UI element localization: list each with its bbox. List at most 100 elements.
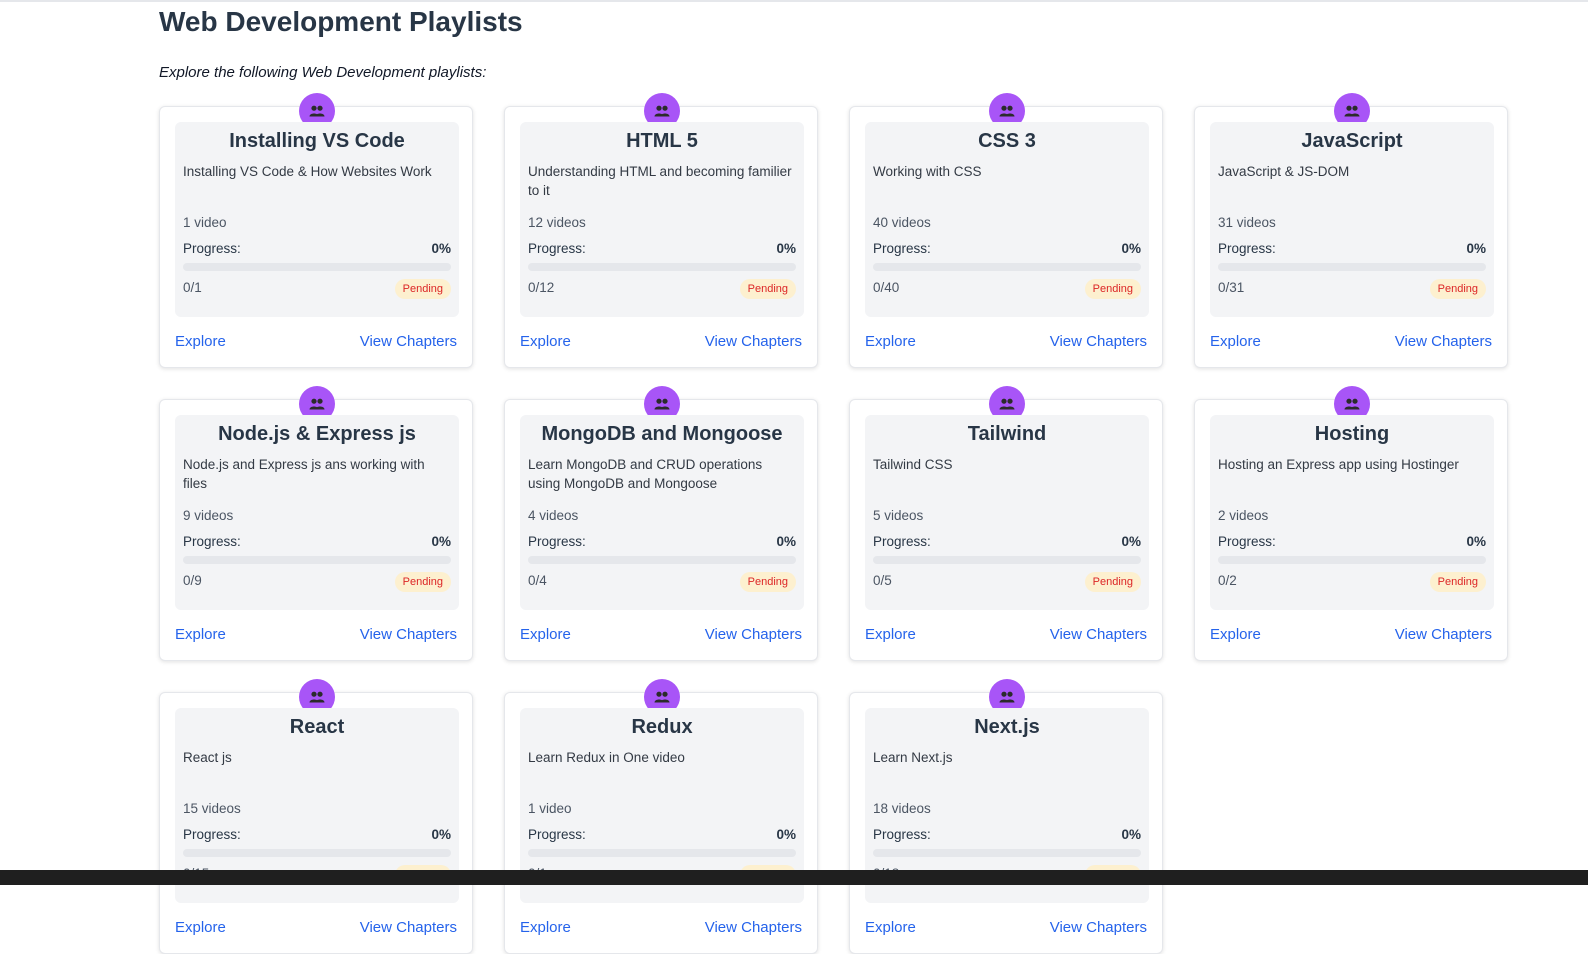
progress-bar bbox=[873, 263, 1141, 271]
progress-label: Progress: bbox=[873, 827, 931, 842]
completed-count: 0/31 bbox=[1218, 280, 1245, 295]
playlist-card-1: Installing VS Code Installing VS Code & … bbox=[159, 93, 473, 368]
progress-row: Progress: 0% bbox=[1218, 241, 1486, 256]
playlist-video-count: 9 videos bbox=[183, 508, 234, 523]
playlist-description: Working with CSS bbox=[873, 164, 982, 179]
completed-count: 0/40 bbox=[873, 280, 900, 295]
playlist-description: Learn MongoDB and CRUD operations using … bbox=[528, 457, 763, 491]
explore-link[interactable]: Explore bbox=[520, 919, 571, 936]
playlist-description: Tailwind CSS bbox=[873, 457, 953, 472]
progress-bar bbox=[873, 556, 1141, 564]
view-chapters-link[interactable]: View Chapters bbox=[1395, 626, 1492, 643]
playlist-title: MongoDB and Mongoose bbox=[541, 423, 783, 445]
card-actions: Explore View Chapters bbox=[1210, 333, 1492, 350]
progress-percent: 0% bbox=[1121, 241, 1141, 256]
playlist-card-9: React React js 15 videos Progress: 0% 0/… bbox=[159, 679, 473, 954]
progress-label: Progress: bbox=[1218, 241, 1276, 256]
playlist-card-body: Installing VS Code Installing VS Code & … bbox=[175, 122, 459, 317]
explore-link[interactable]: Explore bbox=[865, 333, 916, 350]
view-chapters-link[interactable]: View Chapters bbox=[360, 919, 457, 936]
explore-link[interactable]: Explore bbox=[175, 333, 226, 350]
progress-percent: 0% bbox=[776, 241, 796, 256]
view-chapters-link[interactable]: View Chapters bbox=[1050, 626, 1147, 643]
progress-label: Progress: bbox=[183, 534, 241, 549]
playlist-card-11: Next.js Learn Next.js 18 videos Progress… bbox=[849, 679, 1163, 954]
playlist-video-count: 5 videos bbox=[873, 508, 924, 523]
playlist-card-2: HTML 5 Understanding HTML and becoming f… bbox=[504, 93, 818, 368]
playlist-description: Learn Redux in One video bbox=[528, 750, 685, 765]
progress-bar bbox=[873, 849, 1141, 857]
explore-link[interactable]: Explore bbox=[1210, 626, 1261, 643]
playlist-card-6: MongoDB and Mongoose Learn MongoDB and C… bbox=[504, 386, 818, 661]
view-chapters-link[interactable]: View Chapters bbox=[705, 333, 802, 350]
playlist-card-5: Node.js & Express js Node.js and Express… bbox=[159, 386, 473, 661]
card-actions: Explore View Chapters bbox=[175, 333, 457, 350]
card-actions: Explore View Chapters bbox=[175, 919, 457, 936]
playlist-title: Redux bbox=[631, 716, 693, 738]
progress-bar bbox=[528, 849, 796, 857]
playlist-description: Node.js and Express js ans working with … bbox=[183, 457, 425, 491]
view-chapters-link[interactable]: View Chapters bbox=[705, 626, 802, 643]
status-badge: Pending bbox=[739, 279, 796, 299]
progress-label: Progress: bbox=[873, 534, 931, 549]
explore-link[interactable]: Explore bbox=[520, 626, 571, 643]
playlist-title: Tailwind bbox=[967, 423, 1047, 445]
progress-percent: 0% bbox=[431, 827, 451, 842]
progress-row: Progress: 0% bbox=[528, 241, 796, 256]
progress-percent: 0% bbox=[1121, 534, 1141, 549]
completed-count: 0/12 bbox=[528, 280, 555, 295]
playlist-video-count: 1 video bbox=[183, 215, 227, 230]
explore-link[interactable]: Explore bbox=[1210, 333, 1261, 350]
view-chapters-link[interactable]: View Chapters bbox=[1050, 333, 1147, 350]
view-chapters-link[interactable]: View Chapters bbox=[360, 626, 457, 643]
card-actions: Explore View Chapters bbox=[520, 626, 802, 643]
status-badge: Pending bbox=[1084, 572, 1141, 592]
view-chapters-link[interactable]: View Chapters bbox=[360, 333, 457, 350]
progress-percent: 0% bbox=[431, 241, 451, 256]
explore-link[interactable]: Explore bbox=[175, 919, 226, 936]
explore-link[interactable]: Explore bbox=[865, 919, 916, 936]
progress-row: Progress: 0% bbox=[183, 534, 451, 549]
status-badge: Pending bbox=[394, 572, 451, 592]
playlist-card-body: MongoDB and Mongoose Learn MongoDB and C… bbox=[520, 415, 804, 610]
playlist-description: Understanding HTML and becoming familier… bbox=[528, 164, 792, 198]
status-badge: Pending bbox=[394, 279, 451, 299]
view-chapters-link[interactable]: View Chapters bbox=[1050, 919, 1147, 936]
playlist-video-count: 4 videos bbox=[528, 508, 579, 523]
playlist-video-count: 15 videos bbox=[183, 801, 241, 816]
card-actions: Explore View Chapters bbox=[1210, 626, 1492, 643]
playlist-card-body: JavaScript JavaScript & JS-DOM 31 videos… bbox=[1210, 122, 1494, 317]
playlist-card-8: Hosting Hosting an Express app using Hos… bbox=[1194, 386, 1508, 661]
playlist-grid: Installing VS Code Installing VS Code & … bbox=[159, 93, 1508, 954]
playlist-title: Node.js & Express js bbox=[218, 423, 416, 445]
completed-count: 0/2 bbox=[1218, 573, 1237, 588]
progress-percent: 0% bbox=[1121, 827, 1141, 842]
progress-bar bbox=[528, 556, 796, 564]
view-chapters-link[interactable]: View Chapters bbox=[1395, 333, 1492, 350]
explore-link[interactable]: Explore bbox=[865, 626, 916, 643]
progress-label: Progress: bbox=[528, 241, 586, 256]
explore-link[interactable]: Explore bbox=[175, 626, 226, 643]
taskbar-edge bbox=[0, 870, 1588, 885]
playlist-title: Installing VS Code bbox=[229, 130, 405, 152]
playlist-description: JavaScript & JS-DOM bbox=[1218, 164, 1350, 179]
page-title: Web Development Playlists bbox=[159, 6, 523, 37]
status-badge: Pending bbox=[1084, 279, 1141, 299]
playlist-card-body: CSS 3 Working with CSS 40 videos Progres… bbox=[865, 122, 1149, 317]
playlist-title: React bbox=[289, 716, 345, 738]
progress-percent: 0% bbox=[431, 534, 451, 549]
status-badge: Pending bbox=[1429, 279, 1486, 299]
progress-percent: 0% bbox=[1466, 534, 1486, 549]
playlist-description: Learn Next.js bbox=[873, 750, 953, 765]
progress-bar bbox=[183, 556, 451, 564]
playlist-description: Installing VS Code & How Websites Work bbox=[183, 164, 432, 179]
top-border bbox=[0, 0, 1588, 2]
playlist-description: React js bbox=[183, 750, 232, 765]
progress-row: Progress: 0% bbox=[528, 827, 796, 842]
playlist-description: Hosting an Express app using Hostinger bbox=[1218, 457, 1459, 472]
view-chapters-link[interactable]: View Chapters bbox=[705, 919, 802, 936]
status-badge: Pending bbox=[739, 572, 796, 592]
completed-count: 0/4 bbox=[528, 573, 547, 588]
progress-label: Progress: bbox=[873, 241, 931, 256]
explore-link[interactable]: Explore bbox=[520, 333, 571, 350]
